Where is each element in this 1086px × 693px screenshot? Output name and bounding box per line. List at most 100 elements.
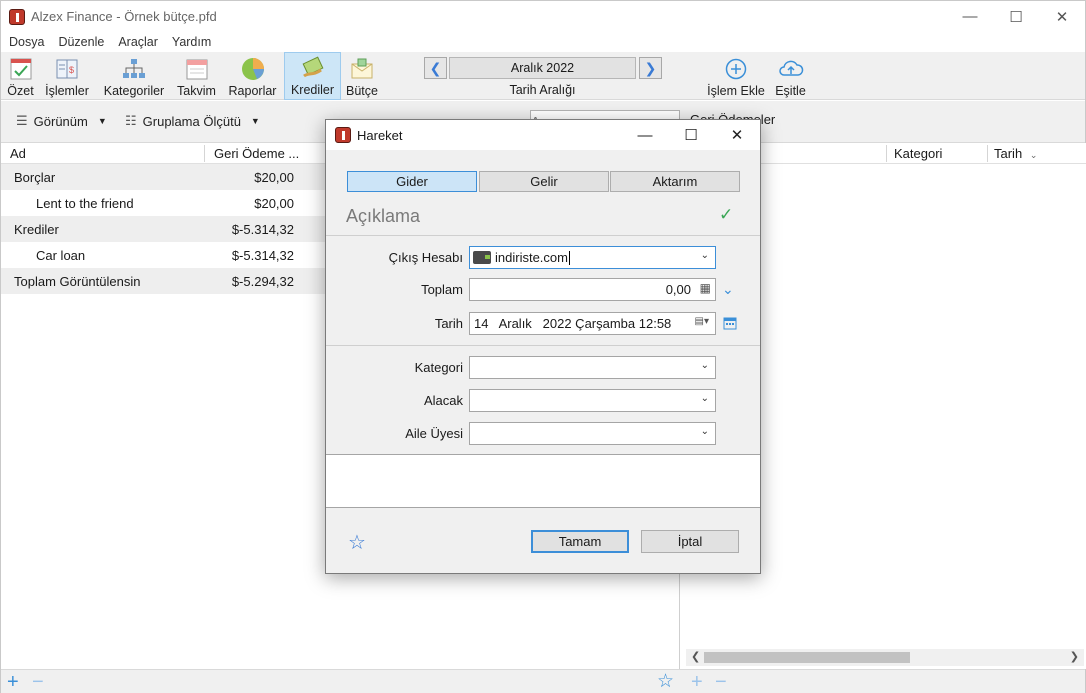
table-row[interactable]: Borçlar $20,00 [1, 164, 325, 190]
divider [326, 235, 760, 236]
remove-icon[interactable]: − [32, 671, 44, 693]
budget-icon [349, 57, 375, 81]
row-label: Borçlar [14, 169, 56, 185]
remove-icon[interactable]: − [715, 671, 727, 693]
scrollbar-thumb[interactable] [704, 652, 910, 663]
toolbar-budget-label: Bütçe [346, 84, 378, 98]
transaction-dialog: Hareket — ☐ ✕ Gider Gelir Aktarım Açıkla… [325, 119, 761, 574]
categories-icon [121, 57, 147, 81]
column-category-header[interactable]: Kategori [894, 146, 942, 161]
add-icon[interactable]: + [691, 671, 703, 693]
description-input[interactable]: Açıklama [346, 206, 420, 227]
calendar-icon[interactable] [723, 316, 737, 333]
menu-help[interactable]: Yardım [172, 35, 211, 49]
tab-expense[interactable]: Gider [347, 171, 477, 192]
view-menu-button[interactable]: ☰ Görünüm ▼ [16, 113, 107, 129]
chevron-down-icon[interactable]: ⌄ [701, 393, 709, 404]
toolbar-transactions-label: İşlemler [45, 84, 89, 98]
minimize-button[interactable]: — [947, 1, 993, 32]
column-date-header[interactable]: Tarih ⌄ [994, 146, 1037, 161]
toolbar-reports-label: Raporlar [228, 84, 277, 98]
family-member-select[interactable]: ⌄ [469, 422, 716, 445]
add-transaction-button[interactable]: İşlem Ekle [706, 52, 766, 100]
tab-transfer[interactable]: Aktarım [610, 171, 740, 192]
previous-period-button[interactable]: ❮ [424, 57, 447, 79]
expand-chevron-icon[interactable]: ⌄ [722, 281, 734, 298]
transactions-icon: $ [54, 57, 80, 81]
row-label: Car loan [36, 247, 86, 263]
table-row[interactable]: Lent to the friend $20,00 [1, 190, 325, 216]
row-label: Lent to the friend [36, 195, 134, 211]
loans-icon [300, 56, 326, 80]
category-select[interactable]: ⌄ [469, 356, 716, 379]
cancel-button[interactable]: İptal [641, 530, 739, 553]
dialog-close-button[interactable]: ✕ [714, 120, 760, 150]
dialog-minimize-button[interactable]: — [622, 120, 668, 150]
row-label: Toplam Görüntülensin [14, 273, 141, 289]
menu-tools[interactable]: Araçlar [118, 35, 158, 49]
toolbar-loans-label: Krediler [290, 83, 335, 97]
column-name-header[interactable]: Ad [10, 146, 26, 161]
add-transaction-label: İşlem Ekle [707, 84, 765, 98]
category-label: Kategori [414, 360, 463, 375]
menu-edit[interactable]: Düzenle [58, 35, 104, 49]
column-divider[interactable] [987, 145, 988, 162]
toolbar-summary-button[interactable]: Özet [4, 52, 37, 100]
column-divider[interactable] [204, 145, 205, 162]
note-textarea[interactable] [326, 454, 760, 508]
account-value: indiriste.com [495, 250, 568, 265]
favorite-star-icon[interactable]: ☆ [657, 670, 674, 693]
table-row[interactable]: Toplam Görüntülensin $-5.294,32 [1, 268, 325, 294]
date-picker[interactable]: 14 Aralık 2022 Çarşamba 12:58 ▤▾ [469, 312, 716, 335]
chevron-right-icon: ❯ [644, 59, 657, 76]
next-period-button[interactable]: ❯ [639, 57, 662, 79]
horizontal-scrollbar[interactable]: ❮ ❯ [686, 649, 1084, 666]
date-value: 14 Aralık 2022 Çarşamba 12:58 [474, 316, 672, 331]
maximize-button[interactable]: ☐ [993, 1, 1039, 32]
chevron-down-icon[interactable]: ⌄ [701, 360, 709, 371]
menu-file[interactable]: Dosya [9, 35, 44, 49]
calculator-icon[interactable]: ▦ [700, 281, 711, 295]
total-input[interactable]: 0,00 ▦ [469, 278, 716, 301]
table-row[interactable]: Car loan $-5.314,32 [1, 242, 325, 268]
add-icon[interactable]: + [7, 671, 19, 693]
ok-button[interactable]: Tamam [531, 530, 629, 553]
date-label: Tarih [434, 316, 463, 331]
toolbar-categories-button[interactable]: Kategoriler [99, 52, 169, 100]
text-cursor [568, 250, 570, 265]
chevron-down-icon[interactable]: ⌄ [701, 250, 709, 261]
close-button[interactable]: ✕ [1039, 1, 1085, 32]
scroll-left-icon[interactable]: ❮ [691, 650, 700, 663]
toolbar-transactions-button[interactable]: $ İşlemler [42, 52, 92, 100]
column-divider[interactable] [886, 145, 887, 162]
table-row[interactable]: Krediler $-5.314,32 [1, 216, 325, 242]
toolbar-loans-button[interactable]: Krediler [284, 52, 341, 100]
payee-select[interactable]: ⌄ [469, 389, 716, 412]
app-logo-icon [9, 8, 25, 25]
dialog-window-controls: — ☐ ✕ [622, 120, 760, 150]
row-amount: $-5.314,32 [231, 221, 294, 237]
column-repayment-header[interactable]: Geri Ödeme ... [214, 146, 299, 161]
sliders-icon: ☰ [16, 113, 28, 128]
group-by-label: Gruplama Ölçütü [142, 113, 241, 129]
dialog-title-bar: Hareket — ☐ ✕ [326, 120, 760, 150]
scroll-right-icon[interactable]: ❯ [1070, 650, 1079, 663]
toolbar-summary-label: Özet [7, 84, 34, 98]
checkmark-icon[interactable]: ✓ [719, 205, 733, 225]
main-toolbar: Özet $ İşlemler Kategoriler Takvim Rapor… [1, 52, 1085, 100]
account-select[interactable]: indiriste.com ⌄ [469, 246, 716, 269]
summary-icon [8, 57, 34, 81]
dialog-maximize-button[interactable]: ☐ [668, 120, 714, 150]
group-by-button[interactable]: ☷ Gruplama Ölçütü ▼ [125, 113, 260, 129]
toolbar-calendar-button[interactable]: Takvim [175, 52, 218, 100]
caret-down-icon: ▼ [250, 116, 260, 126]
window-title: Alzex Finance - Örnek bütçe.pfd [31, 9, 217, 24]
tab-income[interactable]: Gelir [479, 171, 609, 192]
date-dropdown-icon[interactable]: ▤▾ [695, 316, 709, 327]
sync-button[interactable]: Eşitle [773, 52, 808, 100]
favorite-star-icon[interactable]: ☆ [348, 530, 366, 555]
period-selector[interactable]: Aralık 2022 [449, 57, 636, 79]
toolbar-reports-button[interactable]: Raporlar [225, 52, 280, 100]
toolbar-budget-button[interactable]: Bütçe [344, 52, 380, 100]
chevron-down-icon[interactable]: ⌄ [701, 426, 709, 437]
